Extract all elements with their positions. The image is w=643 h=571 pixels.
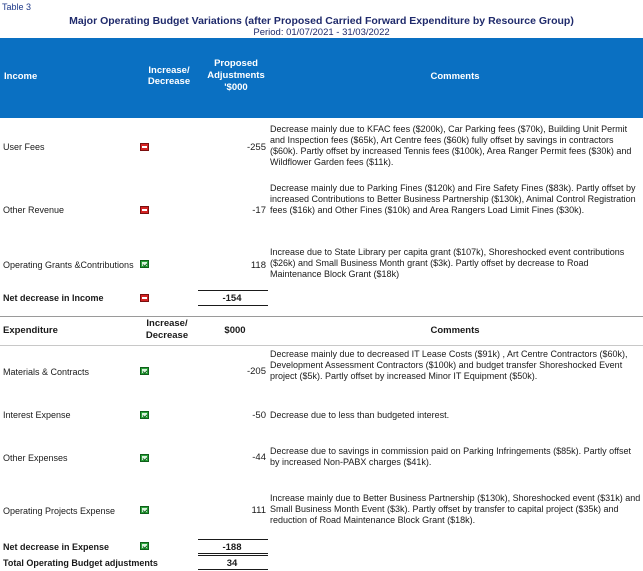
income-header-band: Income Increase/ Decrease Proposed Adjus… bbox=[0, 38, 643, 118]
income-row-label: User Fees bbox=[3, 142, 45, 152]
decrease-flag-icon bbox=[140, 206, 149, 214]
expenditure-row-label: Interest Expense bbox=[3, 410, 71, 420]
income-adjustments-header: Proposed Adjustments '$000 bbox=[207, 58, 265, 93]
expenditure-row-comment: Decrease due to savings in commission pa… bbox=[270, 446, 632, 467]
expenditure-row-value: -205 bbox=[246, 366, 266, 377]
income-row-comment: Decrease mainly due to Parking Fines ($1… bbox=[270, 183, 636, 215]
page-title: Major Operating Budget Variations (after… bbox=[69, 15, 574, 27]
increase-flag-icon bbox=[140, 542, 149, 550]
expenditure-row-comment: Increase mainly due to Better Business P… bbox=[270, 493, 641, 525]
net-income-top-rule bbox=[198, 290, 268, 291]
net-expense-double-rule bbox=[198, 553, 268, 556]
increase-flag-icon bbox=[140, 411, 149, 419]
income-row-value: -17 bbox=[252, 205, 266, 216]
table-label: Table 3 bbox=[2, 2, 32, 12]
expenditure-comments-header: Comments bbox=[430, 325, 480, 336]
expenditure-column-header: Expenditure bbox=[3, 325, 58, 336]
expenditure-row-label: Materials & Contracts bbox=[3, 367, 90, 377]
increase-flag-icon bbox=[140, 367, 149, 375]
decrease-flag-icon bbox=[140, 143, 149, 151]
decrease-flag-icon bbox=[140, 294, 149, 302]
increase-flag-icon bbox=[140, 506, 149, 514]
income-direction-header: Increase/ Decrease bbox=[147, 65, 191, 87]
section-divider bbox=[0, 316, 643, 317]
expenditure-row-value: -44 bbox=[252, 452, 266, 463]
net-income-value: -154 bbox=[222, 293, 242, 304]
expenditure-row-value: -50 bbox=[252, 410, 266, 421]
expenditure-value-header: $000 bbox=[224, 325, 246, 336]
total-label: Total Operating Budget adjustments bbox=[3, 558, 158, 568]
income-row-value: 118 bbox=[250, 260, 266, 271]
net-income-label: Net decrease in Income bbox=[3, 293, 104, 303]
expenditure-row-label: Other Expenses bbox=[3, 453, 68, 463]
expenditure-row-label: Operating Projects Expense bbox=[3, 506, 116, 516]
income-row-label: Other Revenue bbox=[3, 205, 65, 215]
net-expense-label: Net decrease in Expense bbox=[3, 542, 110, 552]
income-row-comment: Decrease mainly due to KFAC fees ($200k)… bbox=[270, 124, 632, 167]
expenditure-header-rule bbox=[0, 345, 643, 346]
total-bottom-rule bbox=[198, 569, 268, 570]
expenditure-row-comment: Decrease due to less than budgeted inter… bbox=[270, 410, 450, 420]
increase-flag-icon bbox=[140, 454, 149, 462]
income-column-header: Income bbox=[4, 71, 38, 82]
period-subtitle: Period: 01/07/2021 - 31/03/2022 bbox=[253, 27, 390, 38]
net-income-bottom-rule bbox=[198, 305, 268, 306]
expenditure-row-comment: Decrease mainly due to decreased IT Leas… bbox=[270, 349, 628, 381]
increase-flag-icon bbox=[140, 260, 149, 268]
income-row-value: -255 bbox=[246, 142, 266, 153]
income-row-label: Operating Grants &Contributions bbox=[3, 260, 134, 270]
net-expense-value: -188 bbox=[222, 542, 242, 553]
net-expense-top-rule bbox=[198, 539, 268, 540]
total-value: 34 bbox=[226, 558, 238, 569]
expenditure-row-value: 111 bbox=[251, 505, 266, 516]
expenditure-direction-header: Increase/ Decrease bbox=[145, 318, 189, 341]
income-comments-header: Comments bbox=[430, 71, 480, 82]
income-row-comment: Increase due to State Library per capita… bbox=[270, 247, 625, 279]
